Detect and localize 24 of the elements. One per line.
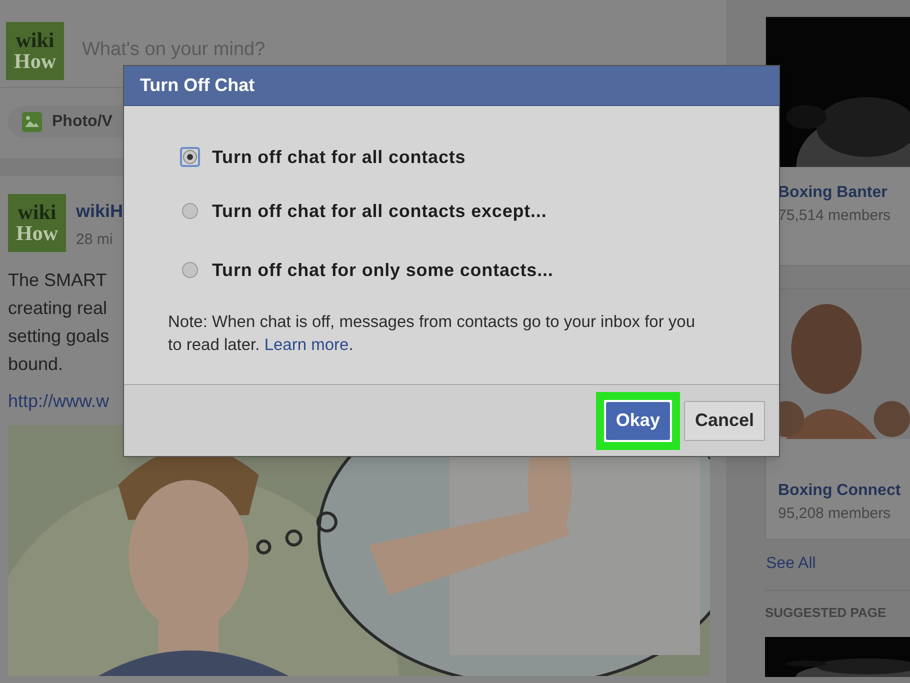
post-text: The SMART	[8, 269, 107, 292]
post-link[interactable]: http://www.w	[8, 388, 110, 415]
see-all-link[interactable]: See All	[765, 552, 910, 576]
group-name[interactable]: Boxing Connect	[778, 479, 910, 503]
dialog-title: Turn Off Chat	[140, 74, 255, 97]
photo-icon	[22, 112, 42, 132]
section-heading: SUGGESTED PAGE	[765, 604, 888, 622]
post-text: setting goals	[8, 325, 110, 348]
cancel-button[interactable]: Cancel	[684, 400, 765, 440]
radio-button[interactable]	[180, 147, 200, 167]
group-members: 95,208 members	[778, 504, 892, 524]
logo: wiki How	[6, 22, 64, 80]
post-time: 28 mi	[76, 230, 114, 250]
okay-button[interactable]: Okay	[606, 402, 670, 440]
group-name[interactable]: Boxing Banter	[778, 181, 910, 205]
group-members: 75,514 members	[778, 206, 892, 226]
post-text: bound.	[8, 353, 64, 376]
note-text: Note: When chat is off, messages from contacts go to your inbox for you to read later. Learn more.	[167, 312, 696, 356]
group-card[interactable]: Boxing Connect 95,208 members	[765, 288, 910, 540]
learn-more-link[interactable]: Learn more	[264, 336, 349, 354]
logo: wiki How	[8, 194, 66, 252]
author-link[interactable]: wikiH	[76, 198, 124, 225]
group-card[interactable]: Boxing Banter 75,514 members	[765, 16, 910, 266]
post-text: creating real	[8, 297, 108, 320]
